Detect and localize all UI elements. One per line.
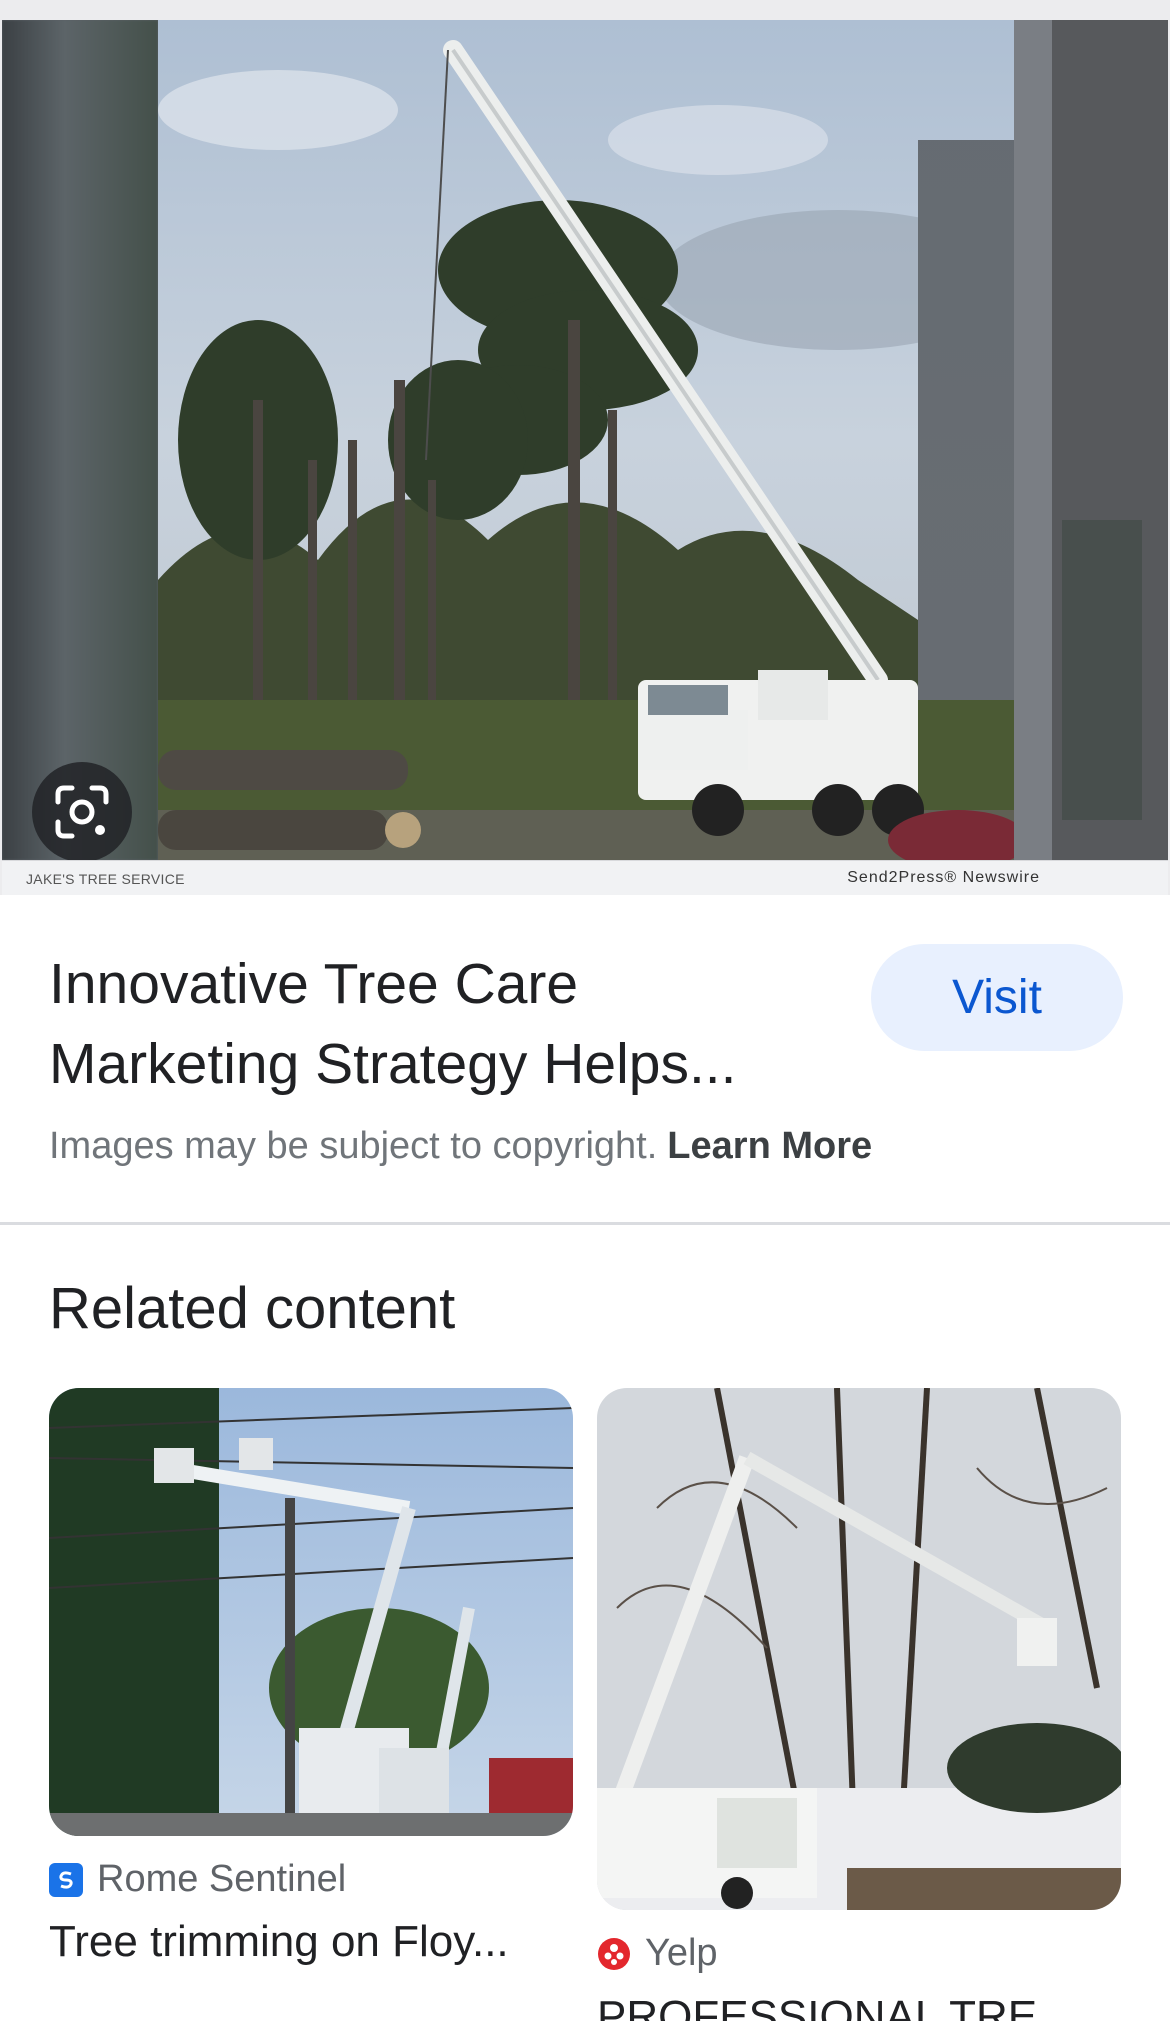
related-card-title-1[interactable]: Tree trimming on Floy... xyxy=(49,1917,579,1967)
blurred-side-right xyxy=(1012,20,1168,860)
copyright-text: Images may be subject to copyright. xyxy=(49,1125,658,1167)
related-card-source-name: Rome Sentinel xyxy=(97,1858,347,1900)
related-content-heading: Related content xyxy=(49,1276,456,1341)
image-credit-bar: JAKE'S TREE SERVICE Send2Press® Newswire xyxy=(2,860,1168,895)
related-card-source-1: Rome Sentinel xyxy=(49,1858,346,1901)
google-lens-button[interactable] xyxy=(32,762,132,860)
yelp-favicon xyxy=(597,1937,631,1971)
related-card-source-name: Yelp xyxy=(645,1932,718,1974)
crane-tree-photo xyxy=(158,20,1014,860)
copyright-notice: Images may be subject to copyright. Learn… xyxy=(49,1125,872,1168)
blurred-side-left xyxy=(2,20,158,860)
related-card-title-2[interactable]: PROFESSIONAL TRE xyxy=(597,1992,1122,2021)
bucket-truck-photo xyxy=(49,1388,573,1836)
related-card-image-1[interactable] xyxy=(49,1388,573,1836)
rome-sentinel-favicon xyxy=(49,1862,83,1897)
visit-button[interactable]: Visit xyxy=(871,944,1123,1051)
section-divider xyxy=(0,1222,1170,1225)
google-lens-icon xyxy=(55,785,109,839)
image-credit-left: JAKE'S TREE SERVICE xyxy=(26,871,185,887)
related-card-source-2: Yelp xyxy=(597,1932,718,1975)
bucket-truck-winter-photo xyxy=(597,1388,1121,1910)
hero-image-frame xyxy=(2,20,1168,860)
result-title[interactable]: Innovative Tree Care Marketing Strategy … xyxy=(49,944,829,1104)
related-card-image-2[interactable] xyxy=(597,1388,1121,1910)
image-credit-right: Send2Press® Newswire xyxy=(847,869,1040,886)
hero-image-viewer[interactable]: JAKE'S TREE SERVICE Send2Press® Newswire xyxy=(0,0,1170,895)
learn-more-link[interactable]: Learn More xyxy=(667,1125,872,1167)
